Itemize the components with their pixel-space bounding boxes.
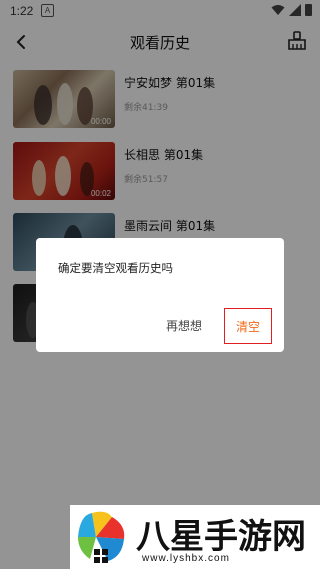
cancel-button[interactable]: 再想想 bbox=[166, 317, 202, 334]
site-watermark: 八星手游网 www.lyshbx.com bbox=[70, 505, 320, 569]
clear-button[interactable]: 清空 bbox=[224, 308, 272, 344]
watermark-url: www.lyshbx.com bbox=[142, 553, 230, 564]
dialog-message: 确定要清空观看历史吗 bbox=[58, 261, 173, 275]
watermark-title: 八星手游网 bbox=[136, 517, 306, 557]
logo-icon bbox=[78, 511, 125, 563]
confirm-dialog: 确定要清空观看历史吗 再想想 清空 bbox=[36, 238, 284, 352]
